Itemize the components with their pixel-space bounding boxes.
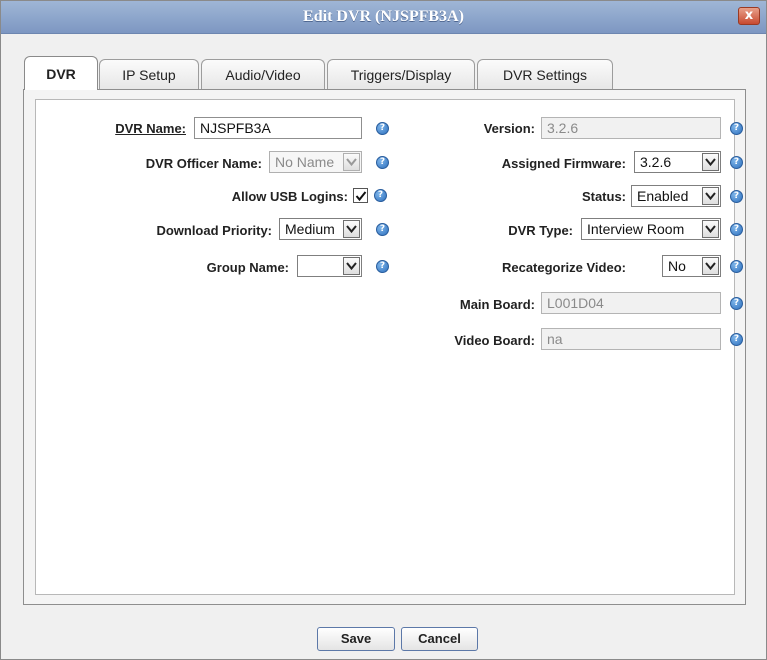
title-bar[interactable]: Edit DVR (NJSPFB3A) x (1, 1, 766, 34)
chevron-down-icon (343, 153, 360, 171)
dvr-name-label: DVR Name: (115, 121, 186, 136)
version-label: Version: (483, 121, 535, 136)
dialog-title: Edit DVR (NJSPFB3A) (303, 8, 464, 25)
help-icon[interactable]: ? (730, 297, 743, 310)
help-icon[interactable]: ? (730, 156, 743, 169)
help-icon[interactable]: ? (376, 260, 389, 273)
video-board-label: Video Board: (454, 333, 535, 348)
tab-label: DVR Settings (502, 67, 588, 83)
status-value: Enabled (637, 188, 689, 204)
close-icon: x (744, 8, 754, 23)
tab-label: DVR (46, 66, 76, 82)
video-board-field: na (541, 328, 721, 350)
group-name-select[interactable] (297, 255, 362, 277)
assigned-firmware-select[interactable]: 3.2.6 (634, 151, 721, 173)
dvr-type-select[interactable]: Interview Room (581, 218, 721, 240)
chevron-down-icon (702, 153, 719, 171)
recategorize-video-value: No (668, 258, 686, 274)
assigned-firmware-label: Assigned Firmware: (501, 156, 626, 171)
help-icon[interactable]: ? (374, 189, 387, 202)
help-icon[interactable]: ? (730, 122, 743, 135)
download-priority-label: Download Priority: (156, 223, 272, 238)
dvr-type-value: Interview Room (587, 221, 685, 237)
help-icon[interactable]: ? (730, 223, 743, 236)
recategorize-video-select[interactable]: No (662, 255, 721, 277)
main-board-label: Main Board: (459, 297, 535, 312)
save-button[interactable]: Save (317, 627, 395, 651)
help-icon[interactable]: ? (730, 190, 743, 203)
tab-dvr-settings[interactable]: DVR Settings (477, 59, 613, 90)
dvr-officer-name-value: No Name (275, 154, 335, 170)
checkmark-icon (355, 191, 367, 202)
help-icon[interactable]: ? (376, 223, 389, 236)
download-priority-select[interactable]: Medium (279, 218, 362, 240)
chevron-down-icon (702, 187, 719, 205)
tab-label: Audio/Video (225, 67, 301, 83)
assigned-firmware-value: 3.2.6 (640, 154, 672, 170)
help-icon[interactable]: ? (730, 333, 743, 346)
status-select[interactable]: Enabled (631, 185, 721, 207)
dvr-name-input[interactable]: NJSPFB3A (194, 117, 362, 139)
tab-label: Triggers/Display (350, 67, 452, 83)
download-priority-value: Medium (285, 221, 335, 237)
main-board-field: L001D04 (541, 292, 721, 314)
allow-usb-logins-label: Allow USB Logins: (231, 189, 348, 204)
edit-dvr-dialog: Edit DVR (NJSPFB3A) x DVR IP Setup Audio… (0, 0, 767, 660)
group-name-label: Group Name: (206, 260, 289, 275)
chevron-down-icon (702, 257, 719, 275)
dvr-officer-name-label: DVR Officer Name: (145, 156, 262, 171)
chevron-down-icon (343, 257, 360, 275)
chevron-down-icon (702, 220, 719, 238)
version-field: 3.2.6 (541, 117, 721, 139)
cancel-button[interactable]: Cancel (401, 627, 478, 651)
allow-usb-logins-checkbox[interactable] (353, 188, 368, 203)
help-icon[interactable]: ? (730, 260, 743, 273)
tab-audio-video[interactable]: Audio/Video (201, 59, 325, 90)
tab-ip-setup[interactable]: IP Setup (99, 59, 199, 90)
dvr-type-label: DVR Type: (508, 223, 573, 238)
help-icon[interactable]: ? (376, 156, 389, 169)
tab-label: IP Setup (122, 67, 176, 83)
dvr-officer-name-select[interactable]: No Name (269, 151, 362, 173)
chevron-down-icon (343, 220, 360, 238)
tab-dvr[interactable]: DVR (24, 56, 98, 90)
close-button[interactable]: x (738, 7, 760, 25)
recategorize-video-label: Recategorize Video: (501, 260, 626, 275)
status-label: Status: (581, 189, 626, 204)
tab-triggers-display[interactable]: Triggers/Display (327, 59, 475, 90)
help-icon[interactable]: ? (376, 122, 389, 135)
